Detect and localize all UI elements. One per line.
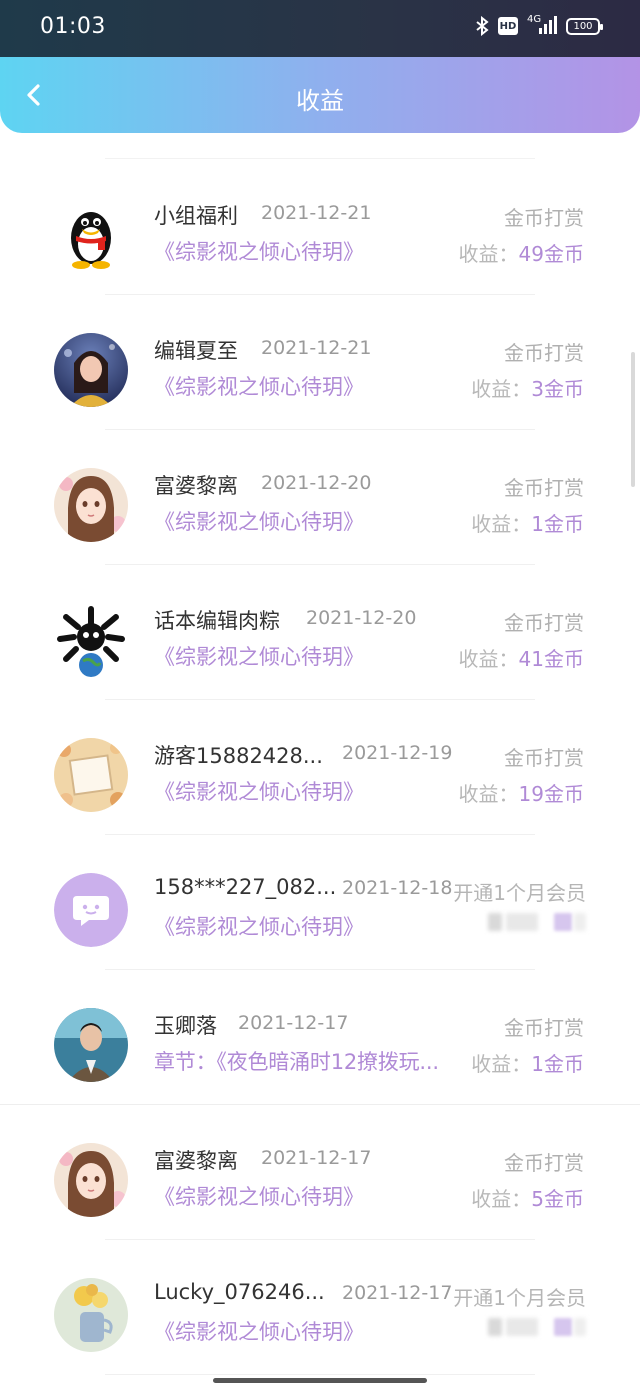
earning-amount: 收益：41金币: [459, 643, 584, 672]
earning-type: 金币打赏: [504, 1016, 584, 1040]
earning-label: 收益：: [471, 1052, 532, 1076]
earning-amount: 收益：5金币: [471, 1183, 584, 1212]
record-date: 2021-12-17: [261, 1147, 372, 1169]
avatar[interactable]: [54, 603, 128, 677]
record-date: 2021-12-21: [261, 337, 372, 359]
work-title[interactable]: 《综影视之倾心待玥》: [154, 911, 364, 941]
earning-value: 3金币: [531, 377, 584, 401]
earning-type: 开通1个月会员: [453, 1286, 586, 1310]
blur-block: [554, 1318, 572, 1336]
earning-type: 金币打赏: [504, 746, 584, 770]
earning-type: 金币打赏: [504, 206, 584, 230]
status-bar: 01:03 HD 4G 100: [0, 0, 640, 57]
blur-block: [554, 913, 572, 931]
work-title[interactable]: 章节：《夜色暗涌时12撩拨玩...: [154, 1046, 464, 1076]
work-title[interactable]: 《综影视之倾心待玥》: [154, 641, 364, 671]
avatar[interactable]: [54, 1143, 128, 1217]
avatar[interactable]: [54, 333, 128, 407]
earning-value: 41金币: [518, 647, 584, 671]
list-item[interactable]: 富婆黎离 2021-12-17 《综影视之倾心待玥》 金币打赏 收益：5金币: [0, 1105, 640, 1240]
blurred-amount: [488, 913, 588, 931]
earning-amount: 收益：19金币: [459, 778, 584, 807]
earning-amount: 收益：1金币: [471, 1048, 584, 1077]
avatar[interactable]: [54, 873, 128, 947]
earning-label: 收益：: [458, 242, 519, 266]
user-name: 小组福利: [154, 204, 238, 228]
work-title[interactable]: 《综影视之倾心待玥》: [154, 1181, 364, 1211]
blur-block: [488, 1318, 502, 1336]
earning-value: 1金币: [531, 1052, 584, 1076]
record-date: 2021-12-20: [306, 607, 417, 629]
work-title[interactable]: 《综影视之倾心待玥》: [154, 236, 364, 266]
avatar[interactable]: [54, 1008, 128, 1082]
earning-type: 金币打赏: [504, 611, 584, 635]
blur-block: [506, 913, 538, 931]
blur-block: [574, 1318, 586, 1336]
record-date: 2021-12-20: [261, 472, 372, 494]
earning-label: 收益：: [458, 647, 519, 671]
page-title: 收益: [296, 87, 344, 115]
app-header: 收益: [0, 57, 640, 133]
avatar[interactable]: [54, 198, 128, 272]
work-title[interactable]: 《综影视之倾心待玥》: [154, 506, 364, 536]
earning-value: 49金币: [518, 242, 584, 266]
list-item[interactable]: 编辑夏至 2021-12-21 《综影视之倾心待玥》 金币打赏 收益：3金币: [0, 295, 640, 430]
earning-value: 19金币: [518, 782, 584, 806]
avatar[interactable]: [54, 1278, 128, 1352]
blur-block: [506, 1318, 538, 1336]
bluetooth-icon: [475, 16, 489, 36]
user-name: Lucky_076246...: [154, 1280, 325, 1304]
record-date: 2021-12-17: [238, 1012, 349, 1034]
earning-type: 开通1个月会员: [453, 881, 586, 905]
hd-icon: HD: [498, 17, 518, 35]
work-title[interactable]: 《综影视之倾心待玥》: [154, 1316, 364, 1346]
work-title[interactable]: 《综影视之倾心待玥》: [154, 371, 364, 401]
list-item[interactable]: 玉卿落 2021-12-17 章节：《夜色暗涌时12撩拨玩... 金币打赏 收益…: [0, 970, 640, 1105]
earning-label: 收益：: [458, 782, 519, 806]
user-name: 玉卿落: [154, 1014, 217, 1038]
earning-amount: 收益：49金币: [459, 238, 584, 267]
status-icons: HD 4G 100: [475, 14, 603, 36]
user-name: 富婆黎离: [154, 1149, 238, 1173]
avatar[interactable]: [54, 738, 128, 812]
earning-value: 1金币: [531, 512, 584, 536]
work-title[interactable]: 《综影视之倾心待玥》: [154, 776, 364, 806]
user-name: 话本编辑肉粽: [154, 609, 280, 633]
earning-label: 收益：: [471, 1187, 532, 1211]
earning-type: 金币打赏: [504, 1151, 584, 1175]
earning-amount: 收益：3金币: [471, 373, 584, 402]
earning-label: 收益：: [471, 512, 532, 536]
scrollbar[interactable]: [631, 352, 635, 487]
earning-value: 5金币: [531, 1187, 584, 1211]
user-name: 游客15882428...: [154, 744, 323, 768]
list-item[interactable]: 富婆黎离 2021-12-20 《综影视之倾心待玥》 金币打赏 收益：1金币: [0, 430, 640, 565]
divider: [105, 158, 535, 159]
divider: [105, 1374, 535, 1375]
record-date: 2021-12-17: [342, 1282, 453, 1304]
user-name: 编辑夏至: [154, 339, 238, 363]
status-time: 01:03: [40, 14, 106, 39]
blur-block: [488, 913, 502, 931]
record-date: 2021-12-18: [342, 877, 453, 899]
record-date: 2021-12-19: [342, 742, 453, 764]
signal-icon: 4G: [527, 14, 557, 36]
list-item[interactable]: Lucky_076246... 2021-12-17 《综影视之倾心待玥》 开通…: [0, 1240, 640, 1375]
record-date: 2021-12-21: [261, 202, 372, 224]
earning-type: 金币打赏: [504, 476, 584, 500]
user-name: 富婆黎离: [154, 474, 238, 498]
earning-amount: 收益：1金币: [471, 508, 584, 537]
user-name: 158***227_082...: [154, 875, 337, 899]
list-item[interactable]: 话本编辑肉粽 2021-12-20 《综影视之倾心待玥》 金币打赏 收益：41金…: [0, 565, 640, 700]
blurred-amount: [488, 1318, 588, 1336]
list-item[interactable]: 158***227_082... 2021-12-18 《综影视之倾心待玥》 开…: [0, 835, 640, 970]
home-indicator[interactable]: [213, 1378, 427, 1383]
list-item[interactable]: 游客15882428... 2021-12-19 《综影视之倾心待玥》 金币打赏…: [0, 700, 640, 835]
avatar[interactable]: [54, 468, 128, 542]
blur-block: [574, 913, 586, 931]
earning-label: 收益：: [471, 377, 532, 401]
earning-type: 金币打赏: [504, 341, 584, 365]
battery-icon: 100: [566, 17, 603, 35]
list-item[interactable]: 小组福利 2021-12-21 《综影视之倾心待玥》 金币打赏 收益：49金币: [0, 160, 640, 295]
